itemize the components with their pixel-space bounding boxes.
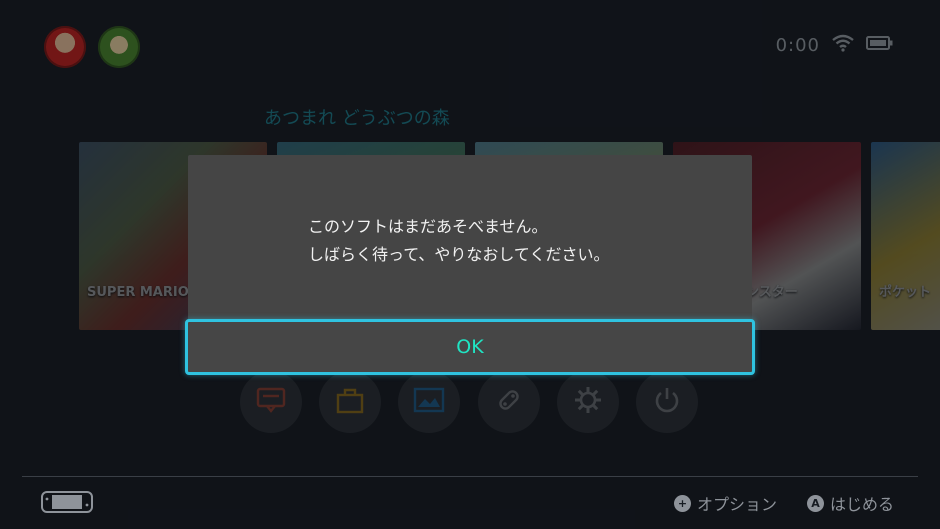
dialog-message-line2: しばらく待って、やりなおしてください。 [308, 245, 610, 264]
options-label: オプション [696, 495, 777, 514]
options-hint[interactable]: + オプション [673, 491, 777, 515]
start-label: はじめる [829, 495, 894, 514]
error-dialog: このソフトはまだあそべません。 しばらく待って、やりなおしてください。 OK [185, 155, 755, 375]
console-mode-icon [41, 491, 93, 517]
button-hints: + オプション A はじめる [673, 491, 894, 515]
plus-button-icon: + [673, 494, 691, 512]
start-hint[interactable]: A はじめる [806, 491, 894, 515]
ok-button[interactable]: OK [185, 319, 755, 375]
footer-divider [22, 476, 918, 477]
dialog-message: このソフトはまだあそべません。 しばらく待って、やりなおしてください。 [308, 213, 609, 269]
dialog-message-line1: このソフトはまだあそべません。 [308, 217, 548, 236]
a-button-icon: A [806, 494, 824, 512]
